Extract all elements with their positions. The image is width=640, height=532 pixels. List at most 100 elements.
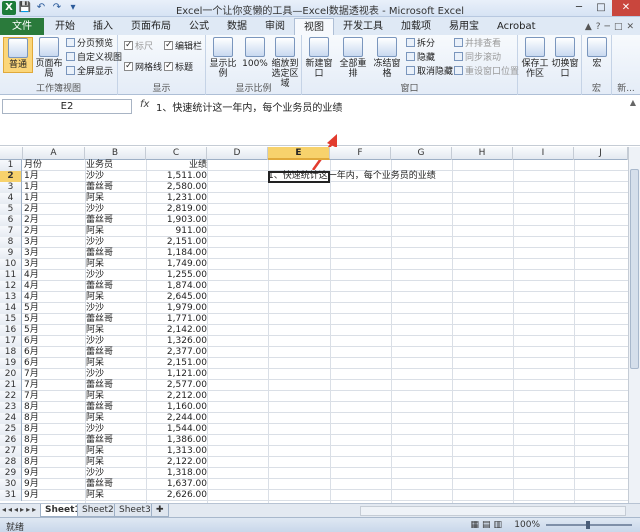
cell-performance[interactable]: 2,626.00 xyxy=(147,490,207,501)
cell-salesperson[interactable]: 阿呆 xyxy=(86,391,104,402)
row-number[interactable]: 2 xyxy=(0,171,22,182)
row-number[interactable]: 17 xyxy=(0,336,22,347)
row-number[interactable]: 3 xyxy=(0,182,22,193)
sheet-tab-2[interactable]: Sheet2 xyxy=(77,504,119,517)
row-number[interactable]: 20 xyxy=(0,369,22,380)
tab-view[interactable]: 视图 xyxy=(294,18,334,35)
cell-month[interactable]: 3月 xyxy=(24,259,39,270)
zoom-slider-knob[interactable] xyxy=(586,521,590,529)
row-number[interactable]: 12 xyxy=(0,281,22,292)
cell-month[interactable]: 2月 xyxy=(24,204,39,215)
tab-yiyongbao[interactable]: 易用宝 xyxy=(440,18,488,35)
tab-data[interactable]: 数据 xyxy=(218,18,256,35)
tab-formulas[interactable]: 公式 xyxy=(180,18,218,35)
cell-performance[interactable]: 1,255.00 xyxy=(147,270,207,281)
switch-windows-button[interactable]: 切换窗口 xyxy=(550,37,580,79)
cell-month[interactable]: 2月 xyxy=(24,215,39,226)
row-number[interactable]: 8 xyxy=(0,237,22,248)
cell-performance[interactable]: 1,121.00 xyxy=(147,369,207,380)
cell-salesperson[interactable]: 蕾丝哥 xyxy=(86,435,113,446)
cell-month[interactable]: 7月 xyxy=(24,391,39,402)
normal-view-button[interactable]: 普通 xyxy=(3,37,33,73)
cell-month[interactable]: 9月 xyxy=(24,479,39,490)
row-number[interactable]: 6 xyxy=(0,215,22,226)
view-shortcut-icons[interactable]: ▦▤▥ xyxy=(470,520,505,530)
row-number[interactable]: 4 xyxy=(0,193,22,204)
cell-salesperson[interactable]: 沙沙 xyxy=(86,270,104,281)
cell-performance[interactable]: 1,874.00 xyxy=(147,281,207,292)
row-number[interactable]: 11 xyxy=(0,270,22,281)
row-number[interactable]: 27 xyxy=(0,446,22,457)
expand-formula-bar-icon[interactable]: ▲ xyxy=(630,98,636,107)
cell-performance[interactable]: 1,979.00 xyxy=(147,303,207,314)
workbook-minimize-icon[interactable]: ─ xyxy=(605,22,610,32)
cell-month[interactable]: 6月 xyxy=(24,336,39,347)
redo-icon[interactable]: ↷ xyxy=(50,1,64,15)
tab-home[interactable]: 开始 xyxy=(46,18,84,35)
cell-salesperson[interactable]: 蕾丝哥 xyxy=(86,215,113,226)
cell-performance[interactable]: 911.00 xyxy=(147,226,208,237)
horizontal-scrollbar[interactable] xyxy=(360,506,626,516)
collapse-ribbon-icon[interactable]: ▲ xyxy=(585,22,592,32)
row-number[interactable]: 24 xyxy=(0,413,22,424)
close-button[interactable]: ✕ xyxy=(612,0,640,16)
formula-bar-checkbox[interactable]: 编辑栏 xyxy=(164,39,202,53)
tab-page-layout[interactable]: 页面布局 xyxy=(122,18,180,35)
row-number[interactable]: 22 xyxy=(0,391,22,402)
vertical-scrollbar[interactable] xyxy=(628,147,640,503)
cell-salesperson[interactable]: 蕾丝哥 xyxy=(86,182,113,193)
cell-performance[interactable]: 业绩 xyxy=(147,160,207,171)
cell-performance[interactable]: 2,212.00 xyxy=(147,391,207,402)
cell-month[interactable]: 5月 xyxy=(24,314,39,325)
zoom-level[interactable]: 100% xyxy=(514,520,540,530)
cell-month[interactable]: 8月 xyxy=(24,435,39,446)
cell-performance[interactable]: 1,749.00 xyxy=(147,259,207,270)
cell-salesperson[interactable]: 沙沙 xyxy=(86,237,104,248)
maximize-button[interactable]: □ xyxy=(590,0,612,16)
tab-file[interactable]: 文件 xyxy=(0,18,44,35)
sync-scroll-button[interactable]: 同步滚动 xyxy=(454,52,501,64)
column-header-d[interactable]: D xyxy=(207,147,268,160)
cell-performance[interactable]: 1,544.00 xyxy=(147,424,207,435)
cell-month[interactable]: 4月 xyxy=(24,292,39,303)
cell-month[interactable]: 8月 xyxy=(24,424,39,435)
cell-month[interactable]: 5月 xyxy=(24,325,39,336)
row-number[interactable]: 13 xyxy=(0,292,22,303)
cell-performance[interactable]: 2,577.00 xyxy=(147,380,207,391)
cell-salesperson[interactable]: 阿呆 xyxy=(86,193,104,204)
save-icon[interactable]: 💾 xyxy=(18,1,32,15)
help-icon[interactable]: ? xyxy=(596,22,601,32)
side-by-side-button[interactable]: 并排查看 xyxy=(454,38,501,50)
row-number[interactable]: 21 xyxy=(0,380,22,391)
tab-review[interactable]: 审阅 xyxy=(256,18,294,35)
tab-insert[interactable]: 插入 xyxy=(84,18,122,35)
cell-month[interactable]: 月份 xyxy=(24,160,42,171)
column-header-i[interactable]: I xyxy=(513,147,574,160)
cell-salesperson[interactable]: 沙沙 xyxy=(86,303,104,314)
cell-month[interactable]: 6月 xyxy=(24,358,39,369)
row-number[interactable]: 7 xyxy=(0,226,22,237)
cell-performance[interactable]: 1,231.00 xyxy=(147,193,207,204)
cell-month[interactable]: 4月 xyxy=(24,281,39,292)
cell-month[interactable]: 9月 xyxy=(24,468,39,479)
cell-salesperson[interactable]: 阿呆 xyxy=(86,413,104,424)
row-number[interactable]: 14 xyxy=(0,303,22,314)
tab-acrobat[interactable]: Acrobat xyxy=(488,18,545,35)
formula-input[interactable]: 1、快速统计这一年内，每个业务员的业绩 xyxy=(156,99,342,114)
sheet-navigation-icons[interactable]: ◂◂◂▸▸▸ xyxy=(2,505,38,514)
cell-performance[interactable]: 1,511.00 xyxy=(147,171,207,182)
cell-performance[interactable]: 2,142.00 xyxy=(147,325,207,336)
cell-salesperson[interactable]: 阿呆 xyxy=(86,292,104,303)
cell-performance[interactable]: 1,771.00 xyxy=(147,314,207,325)
row-number[interactable]: 16 xyxy=(0,325,22,336)
zoom-button[interactable]: 显示比例 xyxy=(208,37,238,79)
cell-month[interactable]: 1月 xyxy=(24,193,39,204)
cell-performance[interactable]: 1,184.00 xyxy=(147,248,207,259)
customize-qat-icon[interactable]: ▾ xyxy=(66,1,80,15)
cell-salesperson[interactable]: 阿呆 xyxy=(86,457,104,468)
gridlines-checkbox[interactable]: 网格线 xyxy=(124,60,162,74)
row-number[interactable]: 18 xyxy=(0,347,22,358)
column-header-f[interactable]: F xyxy=(330,147,391,160)
new-window-button[interactable]: 新建窗口 xyxy=(304,37,334,79)
cell-month[interactable]: 8月 xyxy=(24,457,39,468)
